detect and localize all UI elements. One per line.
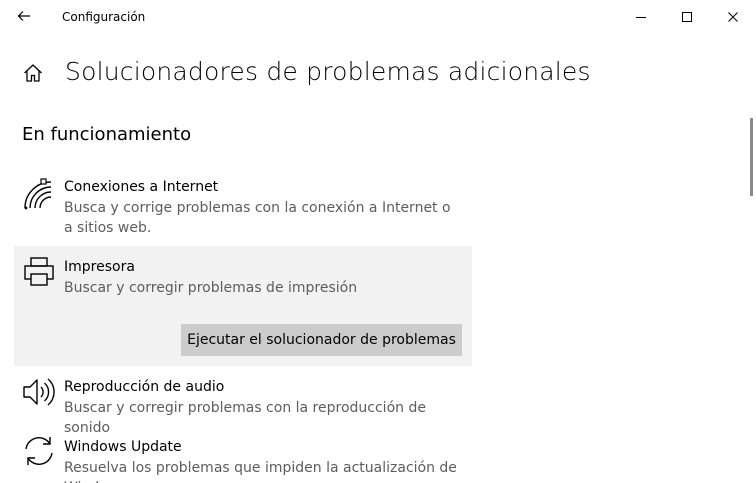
title-bar: Configuración bbox=[0, 0, 756, 33]
troubleshooter-description: Resuelva los problemas que impiden la ac… bbox=[64, 460, 457, 483]
speaker-icon bbox=[23, 378, 55, 406]
section-title: En funcionamiento bbox=[22, 124, 192, 145]
troubleshooter-name: Conexiones a Internet bbox=[64, 179, 219, 195]
window-title: Configuración bbox=[62, 10, 146, 24]
troubleshooter-windows-update[interactable]: Windows Update Resuelva los problemas qu… bbox=[14, 426, 472, 483]
troubleshooter-printer[interactable]: Impresora Buscar y corregir problemas de… bbox=[14, 246, 472, 366]
maximize-icon bbox=[682, 11, 692, 22]
run-troubleshooter-button[interactable]: Ejecutar el solucionador de problemas bbox=[181, 324, 462, 356]
printer-icon bbox=[24, 257, 54, 286]
scrollbar-thumb[interactable] bbox=[750, 118, 753, 196]
home-icon[interactable] bbox=[22, 62, 44, 84]
troubleshooter-name: Impresora bbox=[64, 259, 135, 275]
back-arrow-icon bbox=[17, 11, 30, 21]
troubleshooter-name: Reproducción de audio bbox=[64, 379, 225, 395]
troubleshooter-internet-connections[interactable]: Conexiones a Internet Busca y corrige pr… bbox=[14, 170, 472, 246]
troubleshooter-audio-playback[interactable]: Reproducción de audio Buscar y corregir … bbox=[14, 366, 472, 436]
back-button[interactable] bbox=[8, 3, 40, 29]
close-icon bbox=[728, 11, 738, 22]
troubleshooter-description: Busca y corrige problemas con la conexió… bbox=[64, 200, 451, 236]
maximize-button[interactable] bbox=[664, 0, 710, 33]
minimize-icon bbox=[636, 16, 646, 18]
troubleshooter-description: Buscar y corregir problemas de impresión bbox=[64, 280, 358, 296]
close-button[interactable] bbox=[710, 0, 756, 33]
sync-icon bbox=[25, 437, 53, 465]
page-title: Solucionadores de problemas adicionales bbox=[65, 57, 591, 86]
troubleshooter-name: Windows Update bbox=[64, 439, 182, 455]
wifi-network-icon bbox=[24, 178, 52, 210]
minimize-button[interactable] bbox=[618, 0, 664, 33]
